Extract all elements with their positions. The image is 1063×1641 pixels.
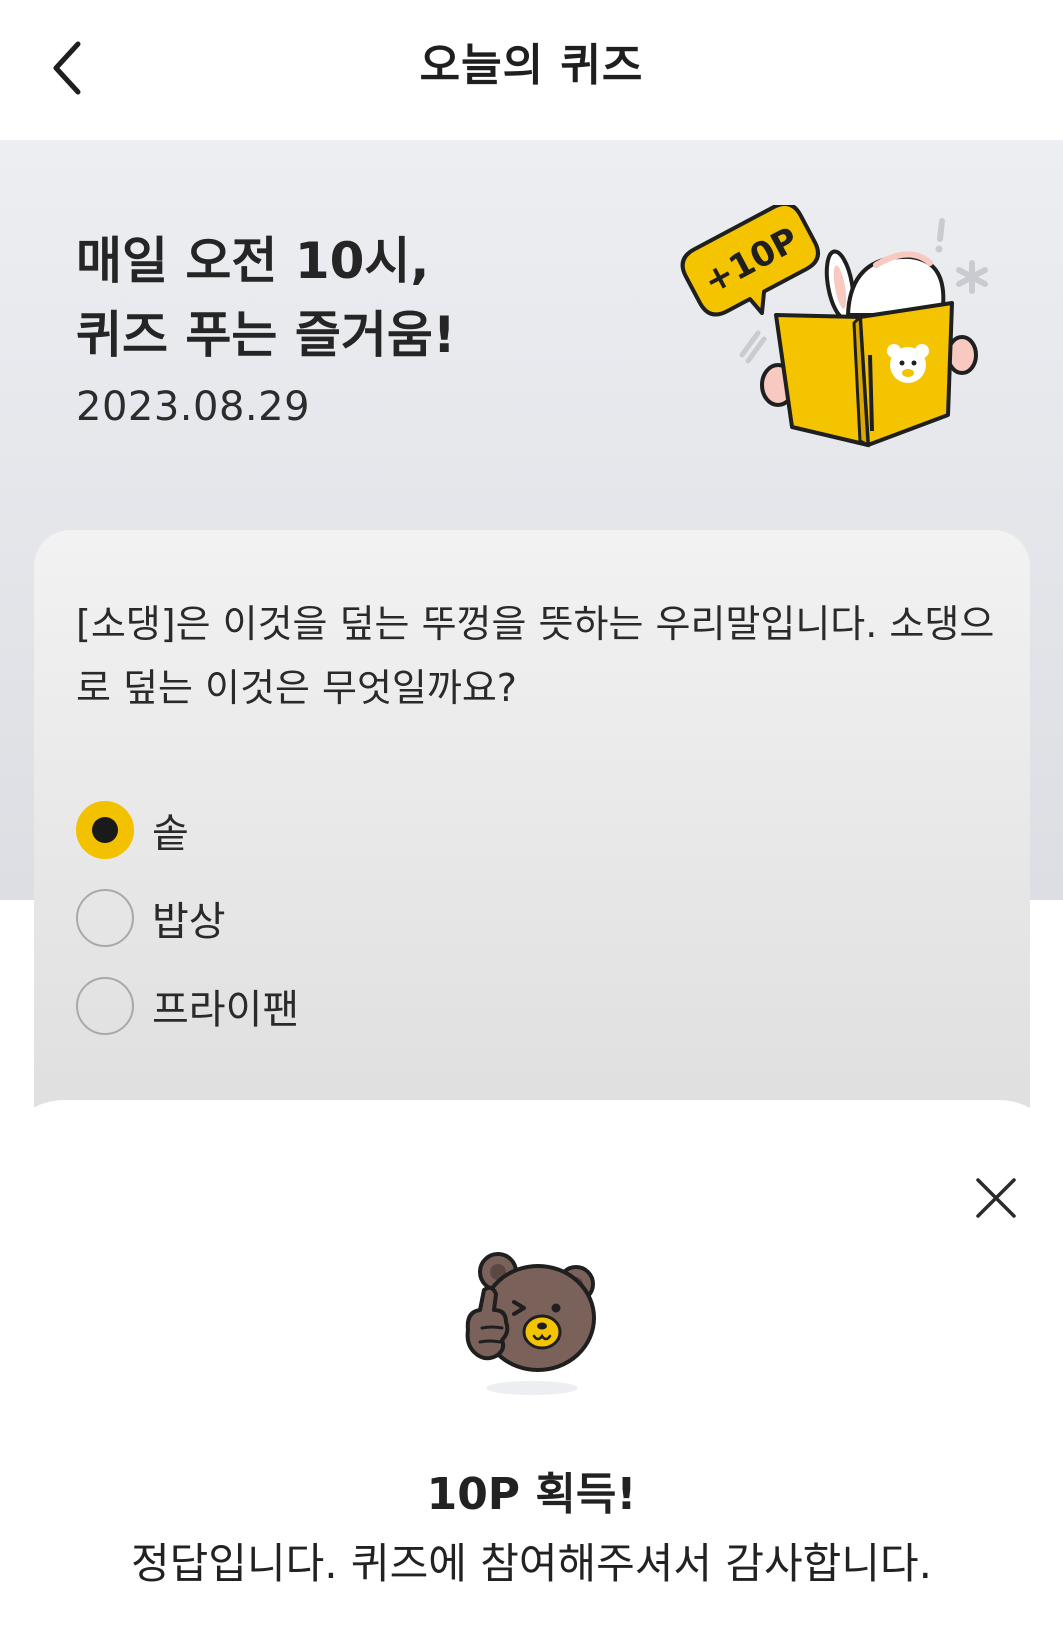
radio-dot <box>92 817 118 843</box>
answer-option-label: 프라이팬 <box>152 987 300 1033</box>
answer-option-3[interactable]: 프라이팬 <box>76 974 299 1038</box>
bear-thumbs-up-illustration <box>462 1248 602 1402</box>
close-button[interactable] <box>966 1168 1026 1228</box>
close-icon <box>976 1178 1016 1218</box>
answer-option-2[interactable]: 밥상 <box>76 886 226 950</box>
hero-heading: 매일 오전 10시, 퀴즈 푸는 즐거움! <box>76 224 456 372</box>
answer-option-label: 솥 <box>152 811 189 857</box>
radio-unselected[interactable] <box>76 889 134 947</box>
radio-unselected[interactable] <box>76 977 134 1035</box>
hero-heading-line-1: 매일 오전 10시, <box>76 232 430 290</box>
result-message: 정답입니다. 퀴즈에 참여해주셔서 감사합니다. <box>131 1539 932 1588</box>
answer-option-1[interactable]: 솥 <box>76 798 189 862</box>
answer-option-label: 밥상 <box>152 899 226 945</box>
bunny-reading-illustration: +10P <box>680 201 1000 469</box>
top-bar: 오늘의 퀴즈 <box>0 0 1063 140</box>
quiz-date: 2023.08.29 <box>76 384 311 430</box>
quiz-question: [소댕]은 이것을 덮는 뚜껑을 뜻하는 우리말입니다. 소댕으로 덮는 이것은… <box>76 602 995 710</box>
hero-heading-line-2: 퀴즈 푸는 즐거움! <box>76 306 456 364</box>
radio-selected[interactable] <box>76 801 134 859</box>
page-title: 오늘의 퀴즈 <box>419 40 644 91</box>
result-title: 10P 획득! <box>426 1469 637 1520</box>
